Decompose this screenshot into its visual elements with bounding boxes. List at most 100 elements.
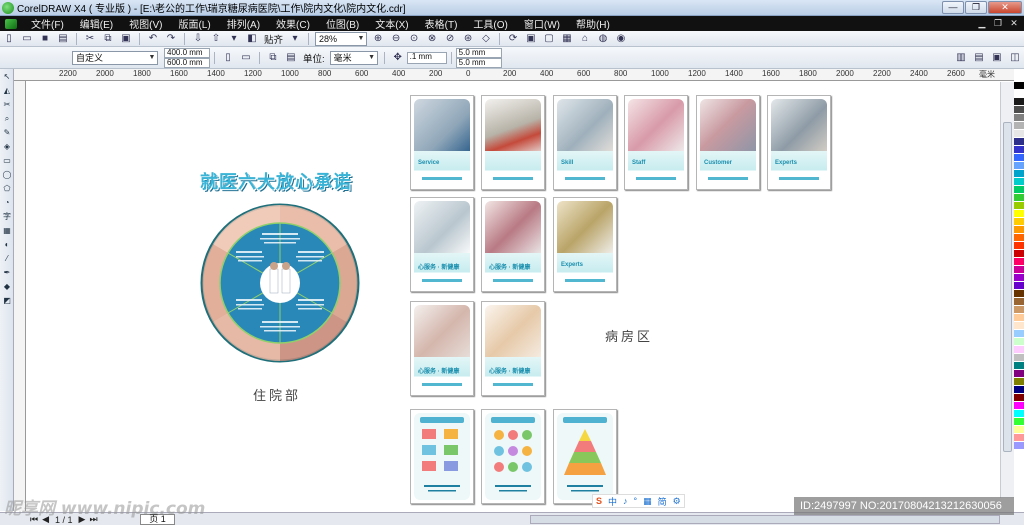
welcome-icon[interactable]: ◧	[245, 33, 259, 45]
menu-table[interactable]: 表格(T)	[417, 16, 466, 31]
palette-swatch[interactable]	[1014, 90, 1024, 98]
menu-text[interactable]: 文本(X)	[367, 16, 416, 31]
poster-thumbnail[interactable]: Staff	[624, 95, 688, 190]
menu-tools[interactable]: 工具(O)	[465, 16, 515, 31]
redo-icon[interactable]: ↷	[164, 33, 178, 45]
palette-swatch[interactable]	[1014, 274, 1024, 282]
palette-swatch[interactable]	[1014, 426, 1024, 434]
unit-combo[interactable]: 毫米 ▼	[329, 50, 378, 65]
menu-layout[interactable]: 版面(L)	[170, 16, 218, 31]
palette-swatch[interactable]	[1014, 338, 1024, 346]
palette-swatch[interactable]	[1014, 314, 1024, 322]
menu-window[interactable]: 窗口(W)	[516, 16, 568, 31]
text-tool-icon[interactable]: 字	[1, 211, 13, 223]
open-icon[interactable]: ▭	[20, 33, 34, 45]
palette-swatch[interactable]	[1014, 322, 1024, 330]
export-icon[interactable]: ⇧	[209, 33, 223, 45]
inpatient-label[interactable]: 住院部	[253, 385, 301, 404]
palette-swatch[interactable]	[1014, 154, 1024, 162]
table-tool-icon[interactable]: ▦	[1, 225, 13, 237]
color-icon[interactable]: ◉	[614, 33, 628, 45]
palette-swatch[interactable]	[1014, 434, 1024, 442]
app-launcher-icon[interactable]: ▾	[227, 33, 241, 45]
palette-swatch[interactable]	[1014, 266, 1024, 274]
palette-swatch[interactable]	[1014, 250, 1024, 258]
interactive-fill-icon[interactable]: ◩	[1, 295, 13, 307]
infographic-thumbnail[interactable]	[553, 409, 617, 504]
ime-simplified[interactable]: 简	[658, 495, 667, 508]
menu-bitmaps[interactable]: 位图(B)	[318, 16, 367, 31]
undo-icon[interactable]: ↶	[146, 33, 160, 45]
zoom-fit-icon[interactable]: ⊙	[407, 33, 421, 45]
doc-restore-icon[interactable]: ❐	[991, 17, 1005, 29]
zoom-width-icon[interactable]: ⊘	[443, 33, 457, 45]
palette-swatch[interactable]	[1014, 146, 1024, 154]
ime-settings-icon[interactable]: ⚙	[673, 496, 681, 507]
current-page-icon[interactable]: ▤	[284, 52, 298, 64]
ward-label[interactable]: 病房区	[605, 326, 653, 345]
menu-view[interactable]: 视图(V)	[121, 16, 170, 31]
palette-swatch[interactable]	[1014, 394, 1024, 402]
poster-thumbnail[interactable]: 心服务 · 新健康	[410, 197, 474, 292]
pick-tool-icon[interactable]: ↖	[1, 71, 13, 83]
zoom-in-icon[interactable]: ⊕	[371, 33, 385, 45]
palette-swatch[interactable]	[1014, 138, 1024, 146]
poster-thumbnail[interactable]: Customer	[696, 95, 760, 190]
palette-swatch[interactable]	[1014, 122, 1024, 130]
menu-edit[interactable]: 编辑(E)	[72, 16, 121, 31]
palette-swatch[interactable]	[1014, 386, 1024, 394]
palette-swatch[interactable]	[1014, 402, 1024, 410]
menu-arrange[interactable]: 排列(A)	[219, 16, 268, 31]
options-icon[interactable]: ▣	[524, 33, 538, 45]
fill-tool-icon[interactable]: ◆	[1, 281, 13, 293]
palette-swatch[interactable]	[1014, 410, 1024, 418]
promise-circle-graphic[interactable]	[200, 203, 360, 363]
color-palette[interactable]	[1014, 82, 1024, 502]
menu-help[interactable]: 帮助(H)	[568, 16, 618, 31]
zoom-page-icon[interactable]: ⊗	[425, 33, 439, 45]
frame-icon[interactable]: ▢	[542, 33, 556, 45]
ime-keyboard-icon[interactable]: ▦	[643, 496, 652, 507]
vertical-ruler[interactable]	[14, 81, 26, 511]
wireframe-icon[interactable]: ◇	[479, 33, 493, 45]
infographic-thumbnail[interactable]	[481, 409, 545, 504]
page-width-field[interactable]: 400.0 mm	[164, 47, 210, 58]
palette-swatch[interactable]	[1014, 194, 1024, 202]
zoom-combo[interactable]: 28% ▼	[315, 31, 368, 46]
palette-swatch[interactable]	[1014, 170, 1024, 178]
palette-swatch[interactable]	[1014, 114, 1024, 122]
freehand-tool-icon[interactable]: ✎	[1, 127, 13, 139]
palette-swatch[interactable]	[1014, 306, 1024, 314]
page-options-icon[interactable]: ◫	[1008, 52, 1022, 64]
palette-swatch[interactable]	[1014, 178, 1024, 186]
poster-thumbnail[interactable]	[481, 95, 545, 190]
palette-swatch[interactable]	[1014, 282, 1024, 290]
basic-shapes-icon[interactable]: ◔	[1, 197, 13, 209]
ime-moon-icon[interactable]: ♪	[623, 496, 628, 506]
palette-swatch[interactable]	[1014, 234, 1024, 242]
ime-mode-chinese[interactable]: 中	[608, 495, 617, 508]
document-icon[interactable]	[5, 18, 17, 29]
palette-swatch[interactable]	[1014, 106, 1024, 114]
poster-thumbnail[interactable]: Experts	[553, 197, 617, 292]
close-button[interactable]: ✕	[988, 1, 1022, 14]
palette-swatch[interactable]	[1014, 362, 1024, 370]
new-icon[interactable]: ▯	[2, 33, 16, 45]
scrollbar-thumb[interactable]	[1003, 122, 1012, 452]
zoom-out-icon[interactable]: ⊖	[389, 33, 403, 45]
import-icon[interactable]: ⇩	[191, 33, 205, 45]
palette-swatch[interactable]	[1014, 202, 1024, 210]
grid-icon[interactable]: ▦	[560, 33, 574, 45]
palette-swatch[interactable]	[1014, 290, 1024, 298]
poster-thumbnail[interactable]: Skill	[553, 95, 617, 190]
print-options-icon[interactable]: ▤	[972, 52, 986, 64]
maximize-button[interactable]: ❐	[965, 1, 987, 14]
palette-swatch[interactable]	[1014, 242, 1024, 250]
palette-swatch[interactable]	[1014, 378, 1024, 386]
palette-swatch[interactable]	[1014, 82, 1024, 90]
poster-thumbnail[interactable]: 心服务 · 新健康	[410, 301, 474, 396]
palette-swatch[interactable]	[1014, 210, 1024, 218]
vertical-scrollbar[interactable]	[1000, 82, 1014, 498]
page-height-field[interactable]: 600.0 mm	[164, 57, 210, 68]
palette-swatch[interactable]	[1014, 442, 1024, 450]
